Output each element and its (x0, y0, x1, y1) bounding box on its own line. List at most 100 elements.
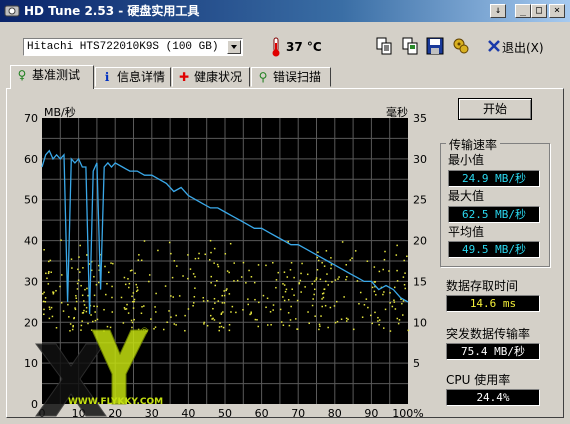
access-time-point (240, 276, 243, 278)
access-time-point (67, 303, 69, 306)
start-button[interactable]: 开始 (458, 98, 532, 120)
access-time-point (69, 323, 72, 325)
access-time-point (333, 305, 336, 307)
exit-icon[interactable] (487, 39, 501, 53)
copy-text-icon[interactable] (374, 36, 394, 56)
avg-rate-value: 49.5 MB/秒 (448, 241, 540, 258)
access-time-point (140, 312, 143, 315)
x-tick-label: 90 (364, 407, 378, 420)
access-time-point (304, 286, 306, 288)
options-icon[interactable] (451, 36, 471, 56)
access-time-point (254, 298, 256, 301)
access-time-point (228, 271, 230, 274)
access-time-point (394, 308, 397, 310)
access-time-point (76, 288, 79, 290)
access-time-point (178, 295, 181, 297)
y-tick-label: 0 (31, 398, 38, 411)
access-time-point (283, 271, 286, 273)
access-time-point (391, 305, 394, 308)
access-time-point (282, 324, 285, 326)
access-time-point (77, 268, 79, 271)
access-time-point (318, 323, 321, 326)
access-time-point (223, 302, 226, 304)
access-time-point (277, 271, 280, 274)
access-time-point (293, 294, 295, 296)
maximize-button[interactable]: □ (531, 4, 547, 18)
access-time-point (373, 290, 376, 293)
access-time-point (133, 318, 135, 321)
extra-caption-button[interactable]: ↓ (490, 4, 506, 18)
access-time-point (345, 320, 348, 322)
access-time-point (80, 284, 82, 287)
access-time-point (377, 316, 379, 319)
y-tick-label: 30 (24, 275, 38, 288)
drive-select[interactable]: Hitachi HTS722010K9S (100 GB) (23, 38, 243, 56)
access-time-point (296, 299, 299, 302)
access-time-point (349, 259, 352, 261)
access-time-point (81, 320, 83, 322)
access-time-point (42, 300, 45, 303)
access-time-point (136, 286, 139, 289)
access-time-point (51, 315, 54, 318)
access-time-point (257, 264, 260, 266)
save-icon[interactable] (425, 36, 445, 56)
access-time-point (189, 268, 192, 270)
chevron-down-icon[interactable] (227, 40, 241, 54)
access-time-point (94, 311, 96, 313)
access-time-point (323, 265, 326, 267)
y2-tick-label: 25 (413, 194, 427, 207)
access-time-point (85, 310, 88, 313)
access-time-point (170, 316, 172, 318)
access-time-point (389, 292, 391, 294)
max-rate-label: 最大值 (448, 189, 485, 203)
tab-error-scan[interactable]: ⚲ 错误扫描 (251, 67, 331, 87)
access-time-point (311, 304, 314, 307)
tab-health[interactable]: ✚ 健康状况 (172, 67, 250, 87)
access-time-point (322, 296, 325, 299)
access-time-point (282, 283, 284, 285)
tab-info[interactable]: ℹ 信息详情 (95, 67, 171, 87)
access-time-point (71, 328, 74, 331)
access-time-point (299, 279, 302, 282)
access-time-point (109, 326, 112, 329)
copy-screen-icon[interactable] (400, 36, 420, 56)
access-time-point (78, 256, 80, 258)
access-time-point (395, 254, 398, 256)
access-time-point (86, 254, 88, 256)
chart-grid (42, 118, 408, 404)
access-time-point (389, 302, 391, 304)
access-time-point (327, 284, 330, 286)
access-time-point (280, 321, 283, 323)
access-time-point (326, 273, 328, 275)
access-time-point (137, 259, 140, 261)
access-time-point (378, 319, 381, 321)
access-time-point (171, 276, 174, 279)
access-time-point (288, 324, 291, 327)
exit-button[interactable]: 退出(X) (502, 39, 544, 56)
access-time-point (218, 326, 221, 328)
temperature-readout: 37 °C (286, 40, 322, 54)
access-time-point (327, 326, 329, 329)
access-time-point (314, 288, 316, 291)
info-icon: ℹ (104, 70, 110, 84)
access-time-point (42, 293, 44, 295)
access-time-point (330, 257, 332, 259)
access-time-point (228, 329, 231, 332)
access-time-point (150, 318, 152, 320)
close-button[interactable]: × (549, 4, 565, 18)
access-time-point (352, 328, 355, 331)
access-time-point (313, 293, 315, 296)
access-time-point (80, 324, 83, 327)
access-time-point (192, 302, 195, 304)
benchmark-icon: ♀ (17, 68, 27, 82)
access-time-point (220, 325, 223, 328)
access-time-point (155, 292, 157, 295)
tab-benchmark[interactable]: ♀ 基准测试 (10, 65, 94, 89)
access-time-point (104, 265, 106, 268)
minimize-button[interactable]: _ (515, 4, 531, 18)
access-time-point (300, 272, 302, 275)
access-time-point (59, 285, 61, 288)
access-time-point (223, 290, 225, 292)
access-time-point (383, 258, 386, 261)
access-time-point (73, 316, 76, 319)
